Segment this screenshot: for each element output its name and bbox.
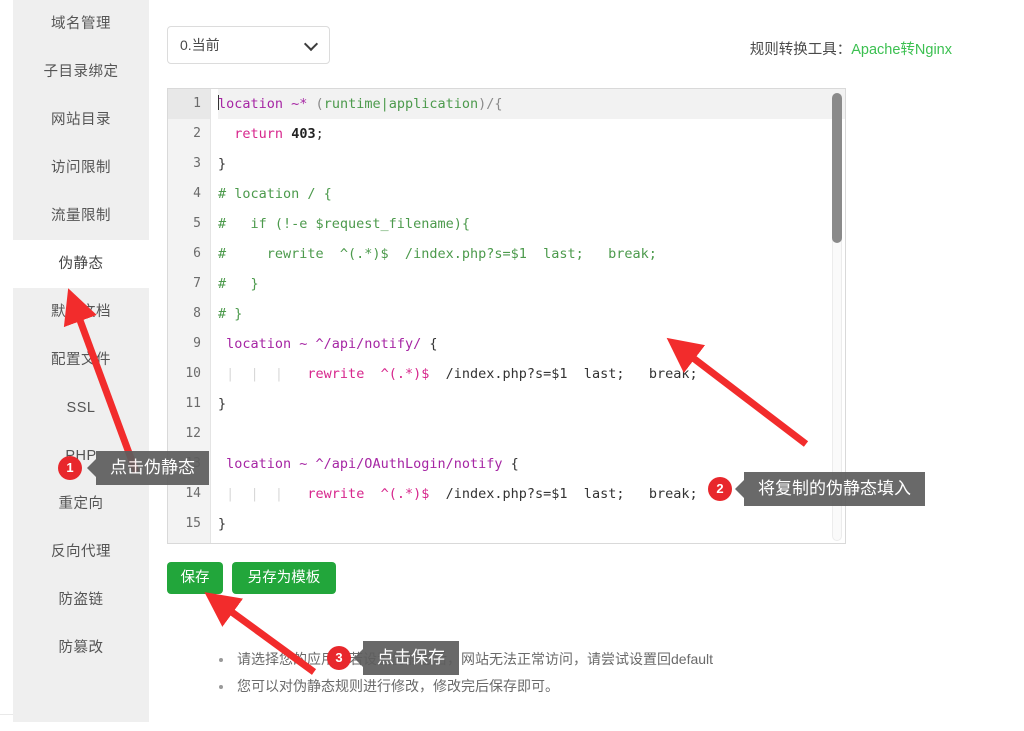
line-number: 5 [168, 209, 210, 239]
line-number: 10 [168, 359, 210, 389]
line-number: 6 [168, 239, 210, 269]
sidebar-item-label: 网站目录 [51, 112, 111, 128]
code-line: } [218, 509, 845, 539]
tip-item: 请选择您的应用，若设置伪静态后，网站无法正常访问，请尝试设置回default [213, 646, 853, 673]
code-line: # if (!-e $request_filename){ [218, 209, 845, 239]
save-as-template-button[interactable]: 另存为模板 [232, 562, 336, 594]
line-number: 4 [168, 179, 210, 209]
line-number: 15 [168, 509, 210, 539]
sidebar-item-label: 防盗链 [59, 592, 104, 608]
code-line: } [218, 389, 845, 419]
line-number: 8 [168, 299, 210, 329]
sidebar-item-anti-tamper[interactable]: 防篡改 [13, 624, 149, 672]
save-button[interactable]: 保存 [167, 562, 223, 594]
code-line: } [218, 149, 845, 179]
sidebar-item-label: 配置文件 [51, 352, 111, 368]
sidebar-item-label: 默认文档 [51, 304, 111, 320]
sidebar-item-pseudo-static[interactable]: 伪静态 [13, 240, 149, 288]
annotation-callout-3: 点击保存 [363, 641, 459, 675]
line-number: 3 [168, 149, 210, 179]
code-line [218, 419, 845, 449]
code-line: # rewrite ^(.*)$ /index.php?s=$1 last; b… [218, 239, 845, 269]
code-line: # } [218, 299, 845, 329]
sidebar-item-subdirectory-binding[interactable]: 子目录绑定 [13, 48, 149, 96]
converter-tool-link[interactable]: Apache转Nginx [851, 42, 952, 58]
annotation-badge-2: 2 [708, 477, 732, 501]
sidebar-item-redirect[interactable]: 重定向 [13, 480, 149, 528]
main-panel: 0.当前 规则转换工具：Apache转Nginx 1 2 3 4 5 6 7 8… [149, 0, 1024, 722]
line-number: 12 [168, 419, 210, 449]
line-number: 11 [168, 389, 210, 419]
sidebar-item-label: 反向代理 [51, 544, 111, 560]
sidebar-item-site-directory[interactable]: 网站目录 [13, 96, 149, 144]
code-line: return 403; [218, 119, 845, 149]
ruleset-select[interactable]: 0.当前 [167, 26, 330, 64]
chevron-down-icon [306, 38, 318, 50]
converter-tool-label: 规则转换工具： [750, 42, 852, 58]
sidebar-item-ssl[interactable]: SSL [13, 384, 149, 432]
sidebar-item-label: 子目录绑定 [44, 64, 119, 80]
sidebar-item-label: 伪静态 [59, 256, 104, 272]
code-line [218, 539, 845, 544]
sidebar-item-traffic-limit[interactable]: 流量限制 [13, 192, 149, 240]
tip-item: 您可以对伪静态规则进行修改，修改完后保存即可。 [213, 673, 853, 700]
annotation-badge-1: 1 [58, 456, 82, 480]
sidebar-item-reverse-proxy[interactable]: 反向代理 [13, 528, 149, 576]
sidebar-item-config-file[interactable]: 配置文件 [13, 336, 149, 384]
code-line: # } [218, 269, 845, 299]
code-line: location ~ ^/api/notify/ { [218, 329, 845, 359]
sidebar-item-label: 防篡改 [59, 640, 104, 656]
converter-tool: 规则转换工具：Apache转Nginx [750, 38, 952, 59]
ruleset-select-value: 0.当前 [180, 27, 220, 63]
sidebar-item-default-document[interactable]: 默认文档 [13, 288, 149, 336]
code-line: location ~* (runtime|application)/{ [218, 89, 845, 119]
page-root: 域名管理 子目录绑定 网站目录 访问限制 流量限制 伪静态 默认文档 配置文件 … [0, 0, 1024, 731]
sidebar-item-label: SSL [67, 400, 96, 416]
annotation-callout-2: 将复制的伪静态填入 [744, 472, 925, 506]
line-number: 9 [168, 329, 210, 359]
settings-sidebar: 域名管理 子目录绑定 网站目录 访问限制 流量限制 伪静态 默认文档 配置文件 … [13, 0, 149, 722]
editor-scrollbar-thumb[interactable] [832, 93, 842, 243]
annotation-badge-3: 3 [327, 646, 351, 670]
sidebar-item-domain-management[interactable]: 域名管理 [13, 0, 149, 48]
line-number: 7 [168, 269, 210, 299]
sidebar-item-label: 域名管理 [51, 16, 111, 32]
sidebar-item-access-restriction[interactable]: 访问限制 [13, 144, 149, 192]
sidebar-item-label: 重定向 [59, 496, 104, 512]
tips-list: 请选择您的应用，若设置伪静态后，网站无法正常访问，请尝试设置回default 您… [173, 646, 853, 700]
code-line: # location / { [218, 179, 845, 209]
sidebar-item-label: 流量限制 [51, 208, 111, 224]
line-number: 2 [168, 119, 210, 149]
sidebar-item-anti-leech[interactable]: 防盗链 [13, 576, 149, 624]
sidebar-item-label: 访问限制 [51, 160, 111, 176]
annotation-callout-1: 点击伪静态 [96, 451, 209, 485]
line-number: 16 [168, 539, 210, 544]
line-number: 1 [168, 89, 210, 119]
code-line: | | | rewrite ^(.*)$ /index.php?s=$1 las… [218, 359, 845, 389]
